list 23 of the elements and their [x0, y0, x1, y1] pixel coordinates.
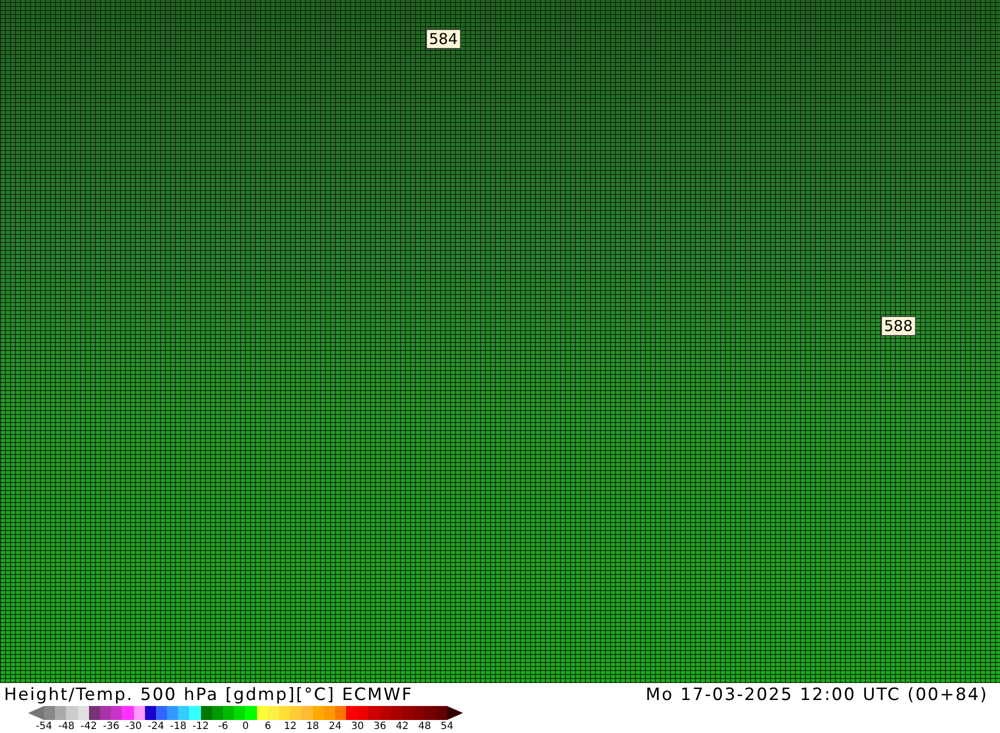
tick-label: 42 [394, 721, 410, 733]
chart-title: Height/Temp. 500 hPa [gdmp][°C] ECMWF [4, 684, 413, 705]
tick-label: 36 [372, 721, 388, 733]
tick-label: -36 [102, 721, 120, 733]
contour-label: 588 [881, 316, 916, 336]
tick-label: -30 [124, 721, 143, 733]
tick-label: 6 [264, 721, 272, 733]
tick-label: -54 [34, 721, 54, 733]
tick-label: -48 [57, 721, 76, 733]
tick-label: 30 [350, 721, 365, 733]
tick-label: 18 [305, 721, 320, 733]
valid-time: Mo 17-03-2025 12:00 UTC (00+84) [646, 684, 988, 705]
tick-label: -12 [192, 721, 210, 733]
tick-label: -6 [217, 721, 230, 733]
tick-label: -18 [169, 721, 188, 733]
tick-label: -24 [146, 721, 166, 733]
tick-label: 48 [417, 721, 432, 733]
tick-label: 24 [328, 721, 342, 733]
tick-label: 54 [440, 721, 454, 733]
contour-label: 584 [426, 29, 461, 49]
tick-label: -42 [80, 721, 98, 733]
tick-label: 12 [282, 721, 298, 733]
tick-label: 0 [241, 721, 250, 733]
